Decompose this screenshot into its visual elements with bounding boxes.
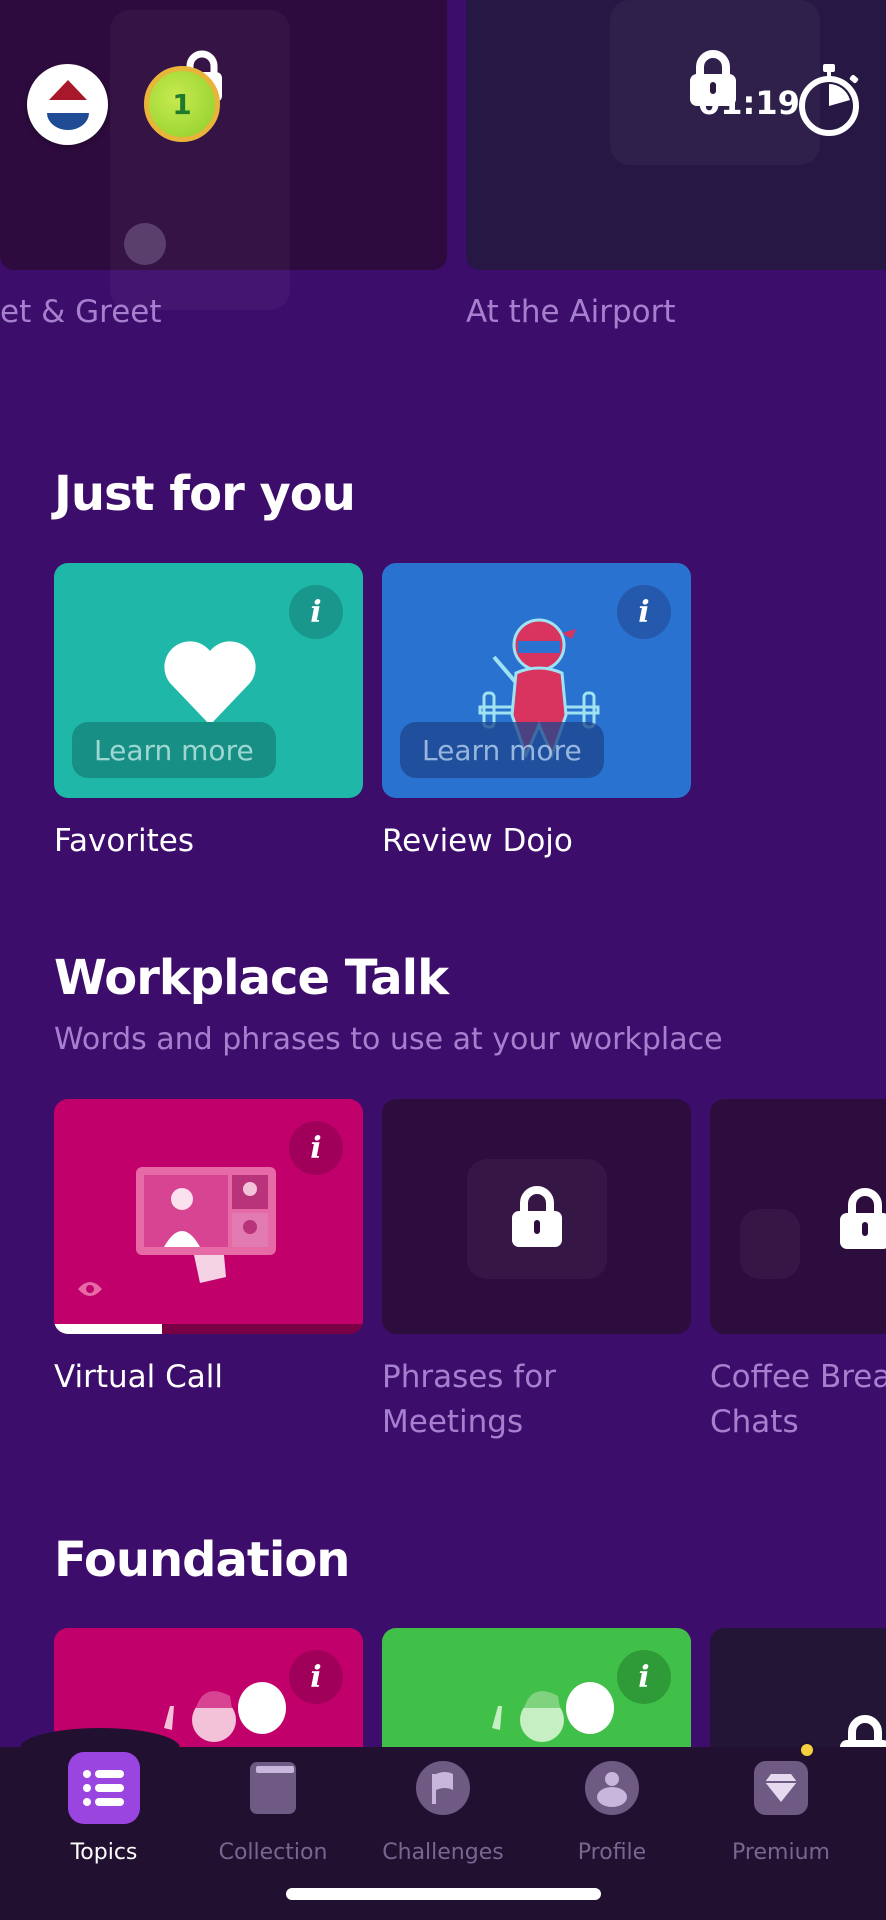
nav-item-challenges[interactable]: Challenges — [363, 1752, 523, 1865]
stopwatch-icon[interactable] — [794, 62, 864, 138]
nav-label-premium: Premium — [732, 1840, 830, 1865]
video-call-illustration — [136, 1167, 276, 1283]
hero-label-meet-greet: et & Greet — [0, 294, 162, 330]
progress-bar — [54, 1324, 363, 1334]
lock-icon — [511, 1185, 562, 1247]
card-label-phrases-line1: Phrases for — [382, 1359, 556, 1395]
nav-item-collection[interactable]: Collection — [193, 1752, 353, 1865]
nav-item-topics[interactable]: Topics — [24, 1752, 184, 1865]
eye-icon — [78, 1282, 102, 1296]
info-button[interactable]: i — [617, 585, 671, 639]
flag-icon — [407, 1752, 479, 1824]
person-icon — [576, 1752, 648, 1824]
info-button[interactable]: i — [289, 585, 343, 639]
card-review-dojo[interactable]: i Learn more — [382, 563, 691, 798]
card-label-coffee-line1: Coffee Break — [710, 1359, 886, 1395]
nav-label-topics: Topics — [70, 1840, 138, 1865]
level-medal[interactable]: 1 — [144, 66, 220, 142]
section-title-workplace-talk: Workplace Talk — [54, 950, 449, 1006]
greeting-illustration — [492, 1682, 614, 1742]
info-button[interactable]: i — [617, 1650, 671, 1704]
page-indicator-dot — [124, 223, 166, 265]
notification-badge — [799, 1742, 815, 1758]
info-button[interactable]: i — [289, 1121, 343, 1175]
heart-icon — [164, 641, 256, 725]
netherlands-flag-icon — [47, 80, 89, 130]
language-flag-button[interactable] — [27, 64, 108, 145]
section-subtitle-workplace-talk: Words and phrases to use at your workpla… — [54, 1022, 723, 1057]
list-icon — [68, 1752, 140, 1824]
nav-label-collection: Collection — [218, 1840, 328, 1865]
book-icon — [237, 1752, 309, 1824]
card-label-review-dojo: Review Dojo — [382, 823, 573, 859]
learn-more-button[interactable]: Learn more — [400, 722, 604, 778]
nav-label-profile: Profile — [577, 1840, 647, 1865]
nav-item-profile[interactable]: Profile — [532, 1752, 692, 1865]
info-button[interactable]: i — [289, 1650, 343, 1704]
home-indicator — [286, 1888, 601, 1900]
card-phrases-for-meetings[interactable] — [382, 1099, 691, 1334]
card-favorites[interactable]: i Learn more — [54, 563, 363, 798]
diamond-icon — [745, 1742, 817, 1824]
card-label-coffee-line2: Chats — [710, 1404, 799, 1440]
card-virtual-call[interactable]: i — [54, 1099, 363, 1334]
nav-label-challenges: Challenges — [382, 1840, 504, 1865]
card-coffee-break-chats[interactable] — [710, 1099, 886, 1334]
locked-illustration — [740, 1209, 800, 1279]
card-label-phrases-line2: Meetings — [382, 1404, 524, 1440]
hero-label-airport: At the Airport — [466, 294, 676, 330]
nav-item-premium[interactable]: Premium — [701, 1742, 861, 1865]
section-title-just-for-you: Just for you — [54, 466, 356, 522]
card-label-virtual-call: Virtual Call — [54, 1359, 224, 1395]
lock-icon — [690, 50, 736, 106]
lock-icon — [840, 1188, 886, 1249]
card-label-favorites: Favorites — [54, 823, 195, 859]
section-title-foundation: Foundation — [54, 1532, 350, 1588]
learn-more-button[interactable]: Learn more — [72, 722, 276, 778]
progress-fill — [54, 1324, 163, 1334]
